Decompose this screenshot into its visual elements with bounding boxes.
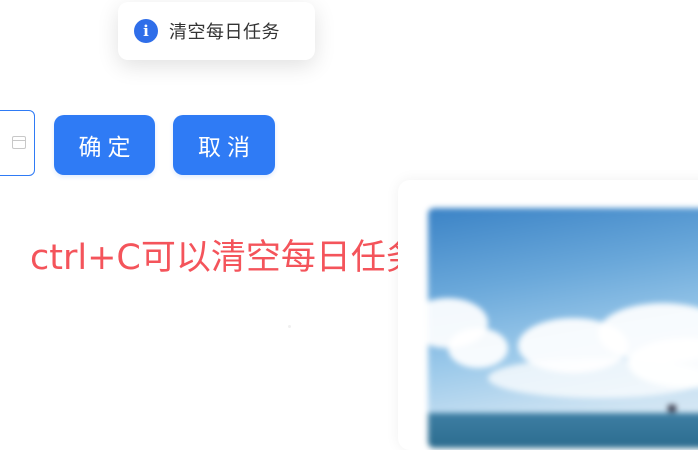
info-icon: i [134,19,158,43]
sea [428,413,698,448]
image-card [398,180,698,450]
calendar-icon[interactable] [12,136,26,149]
cloud [448,328,508,368]
toast-text: 清空每日任务 [169,22,280,43]
ship [668,405,676,412]
cancel-button[interactable]: 取消 [173,115,275,175]
toast-message: i 清空每日任务 [118,2,315,60]
sky-photo [428,208,698,448]
shortcut-hint: ctrl+C可以清空每日任务 [30,238,421,278]
confirm-button[interactable]: 确定 [54,115,155,175]
date-input[interactable] [0,110,35,176]
divider-dot [288,325,291,328]
